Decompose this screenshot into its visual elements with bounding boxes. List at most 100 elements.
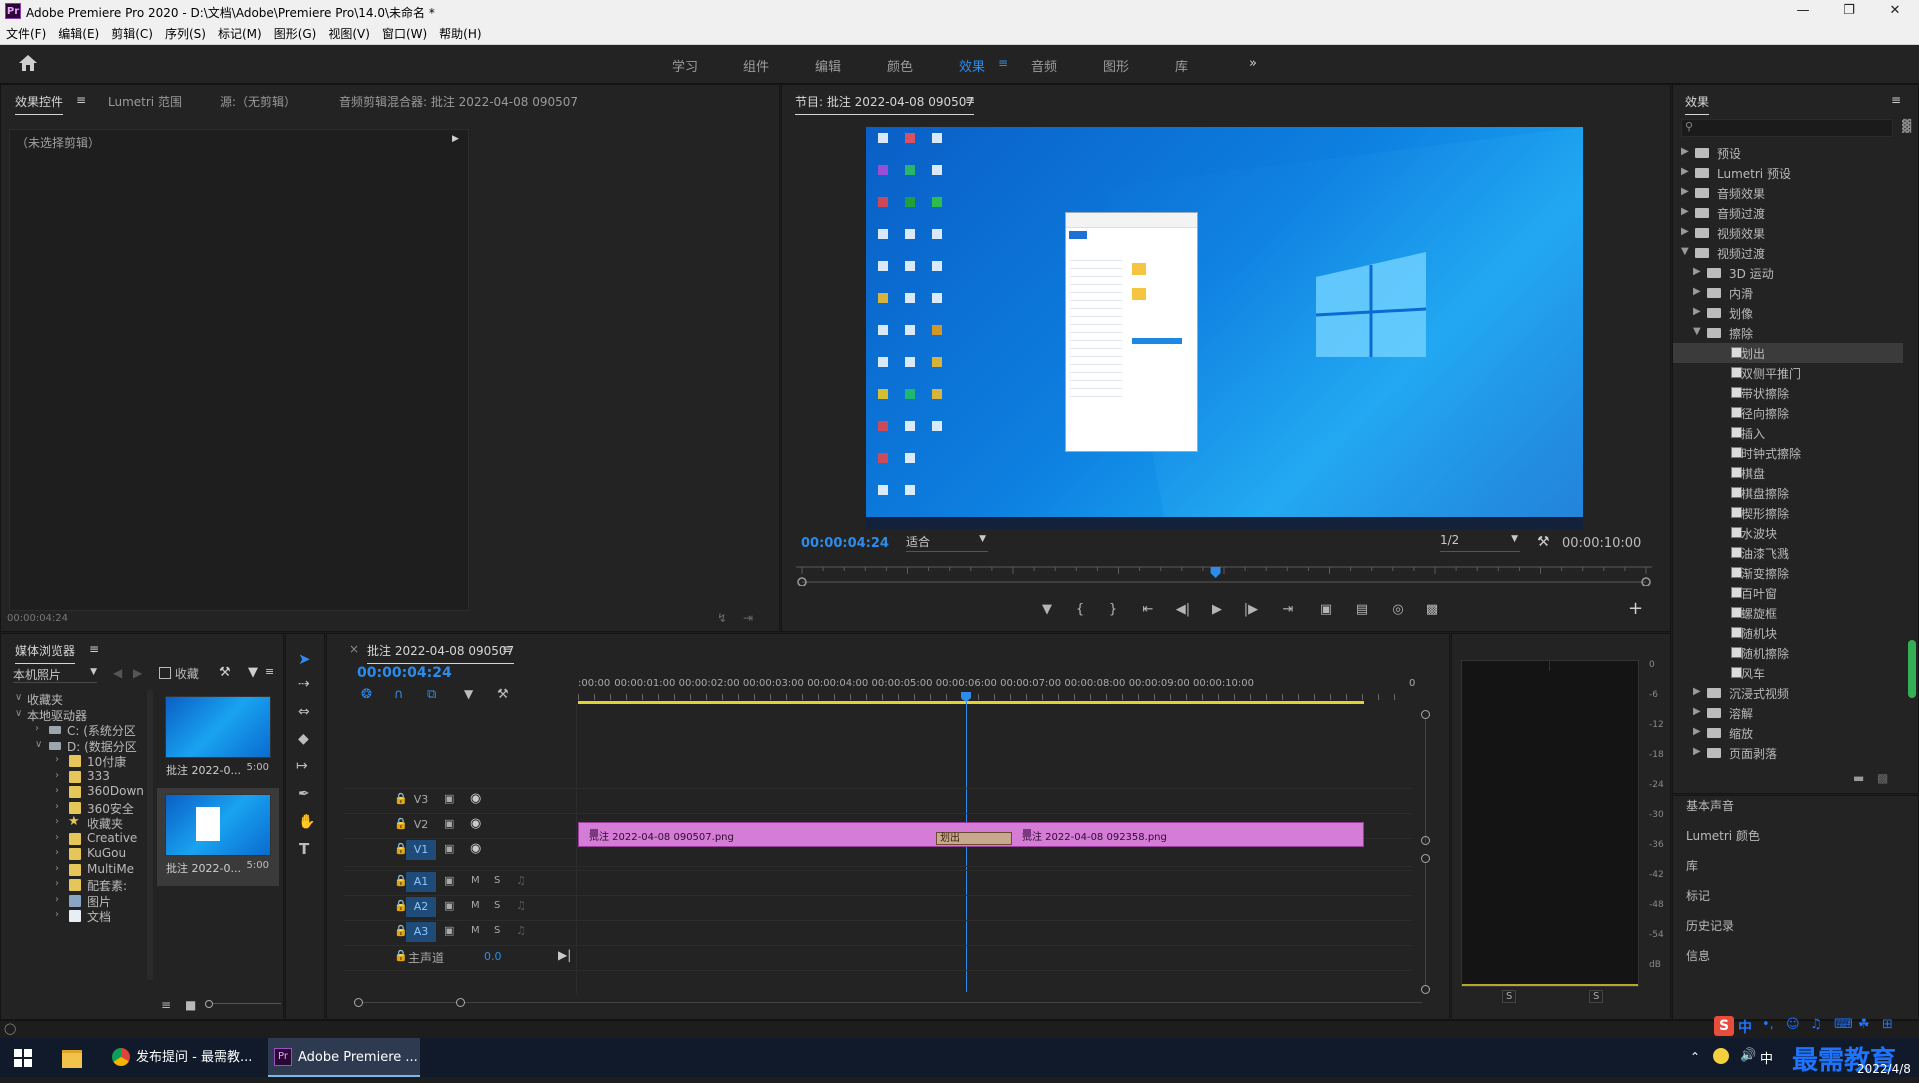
- trash-icon[interactable]: ▩: [1877, 771, 1888, 785]
- solo-right-button[interactable]: S: [1589, 990, 1604, 1003]
- workspace-assembly[interactable]: 组件: [743, 56, 769, 75]
- chevron-right-icon[interactable]: ▶: [1681, 146, 1689, 157]
- windows-start-icon[interactable]: [14, 1038, 44, 1077]
- lift-icon[interactable]: ▣: [1308, 602, 1344, 617]
- workspace-menu-icon[interactable]: ≡: [998, 56, 1008, 70]
- sync-lock-icon[interactable]: ▣: [444, 924, 454, 937]
- tab-source[interactable]: 源:（无剪辑）: [220, 93, 296, 110]
- chevron-right-icon[interactable]: ›: [55, 894, 59, 905]
- chevron-right-icon[interactable]: ▶: [1693, 306, 1701, 317]
- chevron-down-icon[interactable]: ∨: [15, 708, 22, 719]
- minimize-button[interactable]: —: [1780, 0, 1826, 24]
- button-editor-plus-icon[interactable]: +: [1628, 598, 1643, 619]
- list-view-icon[interactable]: ≡: [161, 998, 171, 1012]
- track-target[interactable]: V2: [406, 815, 436, 835]
- effect-item[interactable]: 油漆飞溅: [1673, 543, 1903, 563]
- track-select-tool-icon[interactable]: ⇢: [298, 676, 310, 692]
- sync-lock-icon[interactable]: ▣: [444, 842, 454, 855]
- type-tool-icon[interactable]: T: [299, 840, 309, 858]
- wrench-icon[interactable]: ⚒: [219, 665, 231, 680]
- menu-view[interactable]: 视图(V): [322, 24, 376, 44]
- tab-audio-clip-mixer[interactable]: 音频剪辑混合器: 批注 2022-04-08 090507: [339, 93, 578, 110]
- export-frame-icon[interactable]: ◎: [1380, 602, 1416, 617]
- panel-essential-sound[interactable]: 基本声音: [1686, 797, 1734, 814]
- mark-out-icon[interactable]: }: [1096, 602, 1130, 617]
- timeline-scrollbar[interactable]: [350, 997, 1430, 1009]
- tab-lumetri-scopes[interactable]: Lumetri 范围: [108, 93, 182, 110]
- clip-2-label[interactable]: 批注 2022-04-08 092358.png: [1022, 828, 1167, 843]
- tab-effect-controls[interactable]: 效果控件: [15, 93, 64, 115]
- add-marker-icon[interactable]: ▼: [464, 687, 473, 701]
- panel-libraries[interactable]: 库: [1686, 857, 1698, 874]
- track-target[interactable]: A3: [406, 922, 436, 942]
- filter-icon[interactable]: ↯: [717, 611, 727, 625]
- effect-item[interactable]: 渐变擦除: [1673, 563, 1903, 583]
- volume-icon[interactable]: 🔊: [1740, 1048, 1756, 1063]
- sequence-tab[interactable]: 批注 2022-04-08 090507: [367, 642, 515, 664]
- taskbar-chrome[interactable]: 发布提问 - 最需教...: [108, 1038, 264, 1077]
- effect-item[interactable]: 风车: [1673, 663, 1903, 683]
- ripple-edit-tool-icon[interactable]: ⇔: [298, 704, 310, 720]
- selection-tool-icon[interactable]: ➤: [298, 650, 311, 668]
- snap-magnet-icon[interactable]: ∩: [394, 687, 404, 702]
- menu-edit[interactable]: 编辑(E): [52, 24, 105, 44]
- filter-icon[interactable]: ▼: [248, 665, 258, 680]
- zoom-slider[interactable]: [205, 1000, 281, 1008]
- solo-button[interactable]: S: [494, 875, 500, 886]
- chevron-right-icon[interactable]: ▶: [1693, 286, 1701, 297]
- clip-1-label[interactable]: 批注 2022-04-08 090507.png: [589, 828, 734, 843]
- workspace-effects[interactable]: 效果: [959, 56, 985, 75]
- sync-lock-icon[interactable]: ▣: [444, 874, 454, 887]
- slip-tool-icon[interactable]: ↦: [296, 758, 308, 774]
- track-target[interactable]: V1: [406, 840, 436, 860]
- media-thumbnail[interactable]: 批注 2022-0... 5:00: [157, 788, 279, 886]
- chevron-right-icon[interactable]: ›: [55, 832, 59, 843]
- effect-item[interactable]: 时钟式擦除: [1673, 443, 1903, 463]
- chevron-right-icon[interactable]: ›: [55, 754, 59, 765]
- chevron-right-icon[interactable]: ▶: [1681, 226, 1689, 237]
- chevron-down-icon[interactable]: ▼: [1693, 326, 1701, 337]
- back-arrow-icon[interactable]: ◀: [113, 666, 122, 680]
- taskbar-premiere[interactable]: Pr Adobe Premiere ...: [268, 1038, 420, 1077]
- chevron-right-icon[interactable]: ›: [35, 723, 39, 734]
- solo-left-button[interactable]: S: [1502, 990, 1517, 1003]
- effect-folder[interactable]: ▶ 预设: [1673, 143, 1903, 163]
- effect-item[interactable]: 棋盘: [1673, 463, 1903, 483]
- effect-item[interactable]: 楔形擦除: [1673, 503, 1903, 523]
- effect-item[interactable]: 径向擦除: [1673, 403, 1903, 423]
- voiceover-mic-icon[interactable]: ♫: [516, 874, 526, 887]
- track-target[interactable]: V3: [406, 790, 436, 810]
- panel-menu-icon[interactable]: ≡: [1891, 93, 1901, 107]
- chevron-right-icon[interactable]: ›: [55, 863, 59, 874]
- chevron-right-icon[interactable]: ›: [55, 801, 59, 812]
- program-scrubber[interactable]: [796, 566, 1652, 587]
- effect-folder[interactable]: ▼ 擦除: [1673, 323, 1903, 343]
- effect-folder[interactable]: ▶ 缩放: [1673, 723, 1903, 743]
- hand-tool-icon[interactable]: ✋: [298, 814, 315, 830]
- transition-wipe[interactable]: 划出: [936, 832, 1012, 845]
- menu-file[interactable]: 文件(F): [0, 24, 52, 44]
- location-select[interactable]: 本机照片 ▼: [13, 666, 97, 683]
- home-icon[interactable]: [18, 54, 38, 72]
- go-to-end-icon[interactable]: ▶|: [558, 948, 571, 962]
- effect-folder[interactable]: ▶ 溶解: [1673, 703, 1903, 723]
- go-to-out-icon[interactable]: ⇥: [1268, 602, 1308, 617]
- chevron-right-icon[interactable]: ▶: [1681, 186, 1689, 197]
- panel-menu-icon[interactable]: ≡: [76, 93, 86, 107]
- tree-scrollbar[interactable]: [147, 690, 153, 980]
- step-forward-icon[interactable]: |▶: [1234, 602, 1268, 617]
- timeline-settings-wrench-icon[interactable]: ⚒: [497, 687, 509, 702]
- master-volume-value[interactable]: 0.0: [484, 950, 502, 963]
- effect-item[interactable]: 随机擦除: [1673, 643, 1903, 663]
- effect-item[interactable]: 水波块: [1673, 523, 1903, 543]
- panel-menu-icon[interactable]: ≡: [89, 642, 99, 656]
- mute-button[interactable]: M: [471, 900, 480, 911]
- extract-icon[interactable]: ▤: [1344, 602, 1380, 617]
- effect-folder[interactable]: ▶ 划像: [1673, 303, 1903, 323]
- ime-label[interactable]: 中: [1760, 1048, 1773, 1067]
- ime-toolbar[interactable]: S 中 •, ☺ ♫ ⌨ ☘ ⊞: [1714, 1016, 1914, 1038]
- close-button[interactable]: ✕: [1872, 0, 1918, 24]
- chevron-right-icon[interactable]: ▶: [1681, 166, 1689, 177]
- media-thumbnail[interactable]: 批注 2022-0... 5:00: [157, 690, 279, 788]
- go-to-in-icon[interactable]: ⇤: [1130, 602, 1166, 617]
